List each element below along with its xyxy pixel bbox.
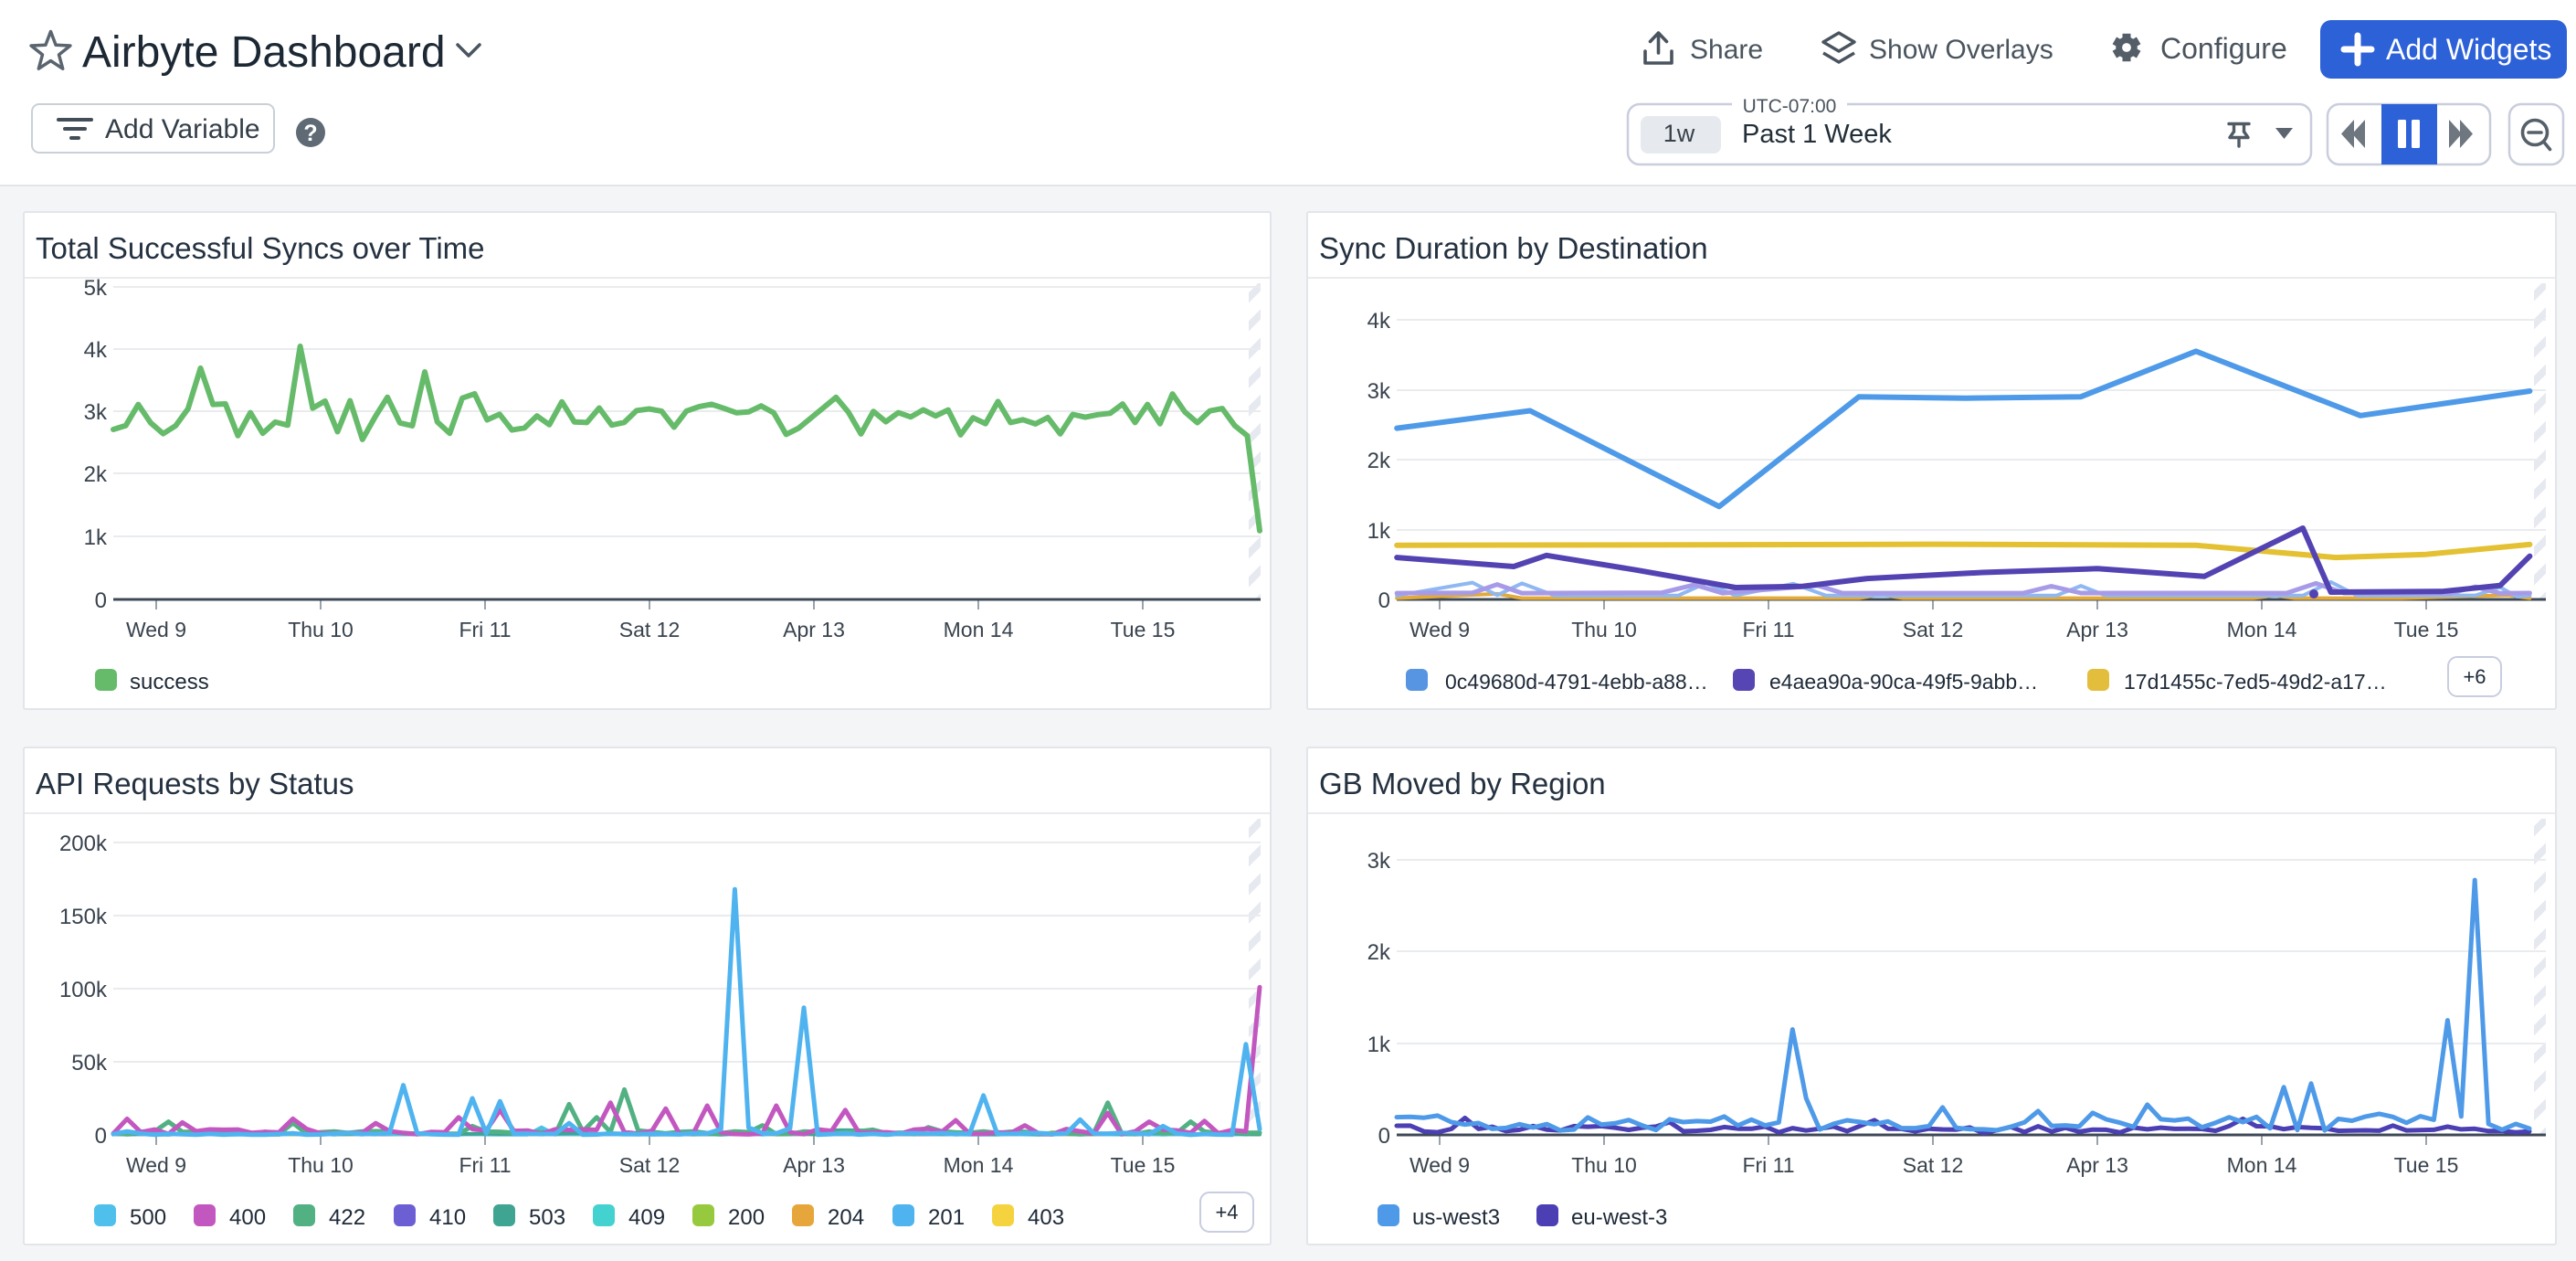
svg-text:GB Moved by Region: GB Moved by Region bbox=[1319, 767, 1606, 800]
svg-text:?: ? bbox=[303, 121, 317, 146]
svg-text:Sat 12: Sat 12 bbox=[1903, 618, 1964, 641]
svg-text:Fri 11: Fri 11 bbox=[1742, 1153, 1794, 1177]
svg-text:1k: 1k bbox=[1367, 519, 1391, 544]
svg-text:Thu 10: Thu 10 bbox=[1571, 1153, 1637, 1177]
svg-text:409: 409 bbox=[628, 1205, 665, 1230]
svg-text:Fri 11: Fri 11 bbox=[459, 1153, 511, 1177]
svg-text:API Requests by Status: API Requests by Status bbox=[36, 767, 354, 800]
svg-text:410: 410 bbox=[429, 1205, 466, 1230]
svg-text:us-west3: us-west3 bbox=[1412, 1205, 1500, 1230]
svg-text:100k: 100k bbox=[59, 978, 108, 1002]
svg-text:403: 403 bbox=[1028, 1205, 1064, 1230]
svg-text:+4: +4 bbox=[1215, 1201, 1238, 1224]
svg-text:1k: 1k bbox=[1367, 1033, 1391, 1057]
svg-text:2k: 2k bbox=[1367, 940, 1391, 965]
svg-text:1w: 1w bbox=[1663, 120, 1695, 147]
svg-text:Apr 13: Apr 13 bbox=[2066, 1153, 2128, 1177]
svg-text:200k: 200k bbox=[59, 832, 108, 856]
svg-text:Thu 10: Thu 10 bbox=[288, 618, 354, 641]
svg-text:Sat 12: Sat 12 bbox=[619, 618, 681, 641]
svg-text:3k: 3k bbox=[1367, 849, 1391, 874]
svg-text:0: 0 bbox=[1378, 588, 1390, 613]
svg-text:1k: 1k bbox=[84, 525, 108, 550]
svg-text:150k: 150k bbox=[59, 905, 108, 929]
svg-text:UTC-07:00: UTC-07:00 bbox=[1743, 96, 1837, 117]
svg-text:Wed 9: Wed 9 bbox=[1409, 618, 1470, 641]
svg-text:50k: 50k bbox=[71, 1051, 108, 1076]
svg-text:Apr 13: Apr 13 bbox=[783, 1153, 845, 1177]
svg-text:0: 0 bbox=[95, 1124, 107, 1149]
svg-text:Tue 15: Tue 15 bbox=[1111, 1153, 1176, 1177]
svg-text:Mon 14: Mon 14 bbox=[2227, 618, 2297, 641]
svg-text:Wed 9: Wed 9 bbox=[126, 618, 186, 641]
svg-text:Tue 15: Tue 15 bbox=[2394, 1153, 2459, 1177]
svg-text:+6: +6 bbox=[2463, 665, 2486, 688]
svg-text:Apr 13: Apr 13 bbox=[783, 618, 845, 641]
svg-text:Wed 9: Wed 9 bbox=[1409, 1153, 1470, 1177]
svg-text:e4aea90a-90ca-49f5-9abb…: e4aea90a-90ca-49f5-9abb… bbox=[1769, 670, 2038, 694]
svg-text:4k: 4k bbox=[1367, 309, 1391, 334]
svg-text:2k: 2k bbox=[84, 462, 108, 487]
svg-text:204: 204 bbox=[828, 1205, 864, 1230]
svg-text:0: 0 bbox=[95, 588, 107, 613]
svg-text:Mon 14: Mon 14 bbox=[944, 618, 1014, 641]
svg-text:422: 422 bbox=[329, 1205, 365, 1230]
svg-text:4k: 4k bbox=[84, 338, 108, 363]
svg-text:200: 200 bbox=[728, 1205, 765, 1230]
svg-text:17d1455c-7ed5-49d2-a17…: 17d1455c-7ed5-49d2-a17… bbox=[2124, 670, 2387, 694]
svg-text:Total Successful Syncs over Ti: Total Successful Syncs over Time bbox=[36, 231, 485, 265]
svg-text:201: 201 bbox=[928, 1205, 965, 1230]
svg-text:Tue 15: Tue 15 bbox=[2394, 618, 2459, 641]
svg-text:Fri 11: Fri 11 bbox=[1742, 618, 1794, 641]
svg-text:Tue 15: Tue 15 bbox=[1111, 618, 1176, 641]
svg-text:Past 1 Week: Past 1 Week bbox=[1742, 120, 1892, 149]
svg-text:success: success bbox=[130, 670, 209, 694]
svg-text:0: 0 bbox=[1378, 1124, 1390, 1149]
svg-text:0c49680d-4791-4ebb-a88…: 0c49680d-4791-4ebb-a88… bbox=[1445, 670, 1708, 694]
svg-text:Airbyte Dashboard: Airbyte Dashboard bbox=[82, 28, 446, 77]
svg-text:2k: 2k bbox=[1367, 449, 1391, 473]
svg-text:Sat 12: Sat 12 bbox=[619, 1153, 681, 1177]
svg-text:Sync Duration by Destination: Sync Duration by Destination bbox=[1319, 231, 1708, 265]
svg-text:Wed 9: Wed 9 bbox=[126, 1153, 186, 1177]
svg-text:eu-west-3: eu-west-3 bbox=[1571, 1205, 1667, 1230]
svg-text:Thu 10: Thu 10 bbox=[288, 1153, 354, 1177]
svg-text:Mon 14: Mon 14 bbox=[2227, 1153, 2297, 1177]
svg-text:Sat 12: Sat 12 bbox=[1903, 1153, 1964, 1177]
svg-text:3k: 3k bbox=[84, 400, 108, 425]
svg-text:Show Overlays: Show Overlays bbox=[1869, 35, 2053, 65]
svg-text:Fri 11: Fri 11 bbox=[459, 618, 511, 641]
svg-text:Thu 10: Thu 10 bbox=[1571, 618, 1637, 641]
svg-text:500: 500 bbox=[130, 1205, 166, 1230]
svg-text:Apr 13: Apr 13 bbox=[2066, 618, 2128, 641]
svg-text:400: 400 bbox=[229, 1205, 266, 1230]
svg-text:Add Widgets: Add Widgets bbox=[2386, 33, 2551, 66]
svg-text:5k: 5k bbox=[84, 276, 108, 301]
svg-text:Share: Share bbox=[1690, 35, 1763, 65]
svg-text:Configure: Configure bbox=[2160, 32, 2287, 65]
svg-text:3k: 3k bbox=[1367, 379, 1391, 404]
svg-text:503: 503 bbox=[529, 1205, 565, 1230]
svg-text:Mon 14: Mon 14 bbox=[944, 1153, 1014, 1177]
svg-text:Add Variable: Add Variable bbox=[105, 114, 260, 144]
